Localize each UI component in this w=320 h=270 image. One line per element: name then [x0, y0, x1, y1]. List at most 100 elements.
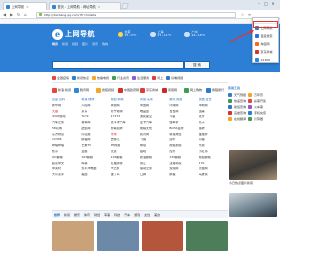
featured-site[interactable]: 搜狐视频: [96, 87, 118, 93]
news-tab[interactable]: 科技: [114, 213, 120, 217]
refresh-icon[interactable]: ↻: [16, 12, 21, 17]
new-tab-button[interactable]: [121, 3, 129, 9]
weather-widget[interactable]: 上海 17~11°C: [150, 29, 171, 39]
site-link[interactable]: 雪球: [111, 133, 140, 137]
news-thumbnail[interactable]: [141, 221, 184, 251]
site-link[interactable]: 携程网: [81, 138, 110, 142]
news-tab[interactable]: 女性: [144, 213, 150, 217]
site-link[interactable]: 豆瓣: [81, 150, 110, 154]
site-link[interactable]: 中新网: [199, 104, 228, 108]
site-link[interactable]: 金融界: [199, 133, 228, 137]
site-link[interactable]: 央视网: [111, 104, 140, 108]
tool-link[interactable]: 违章查询: [234, 111, 246, 115]
site-logo[interactable]: e 上网导航: [52, 28, 110, 40]
site-link[interactable]: 飞猪: [140, 138, 169, 142]
site-link[interactable]: 太平洋汽车: [111, 121, 140, 125]
site-link[interactable]: 口碑: [140, 173, 169, 177]
site-link[interactable]: 12306: [52, 138, 81, 142]
news-tab[interactable]: 财经: [94, 213, 100, 217]
site-link[interactable]: 163邮箱: [81, 156, 110, 160]
minimize-button[interactable]: –: [256, 1, 262, 6]
site-link[interactable]: 懂车帝: [169, 121, 198, 125]
site-link[interactable]: 爱卡汽车: [140, 121, 169, 125]
site-link[interactable]: 天猫: [52, 110, 81, 114]
site-link[interactable]: 新浪邮箱: [140, 156, 169, 160]
site-link[interactable]: 当当网: [169, 110, 198, 114]
news-tab[interactable]: 推荐: [54, 213, 60, 217]
site-link[interactable]: 虎扑: [169, 150, 198, 154]
site-link[interactable]: 大众点评: [52, 173, 81, 177]
site-link[interactable]: 途牛: [169, 138, 198, 142]
site-link[interactable]: 中国网: [140, 104, 169, 108]
news-tab[interactable]: 汽车: [124, 213, 130, 217]
site-link[interactable]: 饿了么: [111, 173, 140, 177]
hot-link[interactable]: 热播电视: [92, 75, 109, 80]
site-link[interactable]: 唯品会: [140, 110, 169, 114]
site-link[interactable]: 国美: [199, 110, 228, 114]
hot-link[interactable]: 新闻热点: [72, 75, 89, 80]
site-link[interactable]: 17K: [199, 162, 228, 166]
search-button[interactable]: 搜 索: [184, 61, 210, 69]
hot-link[interactable]: 全国疫情: [52, 75, 69, 80]
tool-link[interactable]: 万年历: [254, 93, 263, 97]
site-link[interactable]: 126邮箱: [111, 156, 140, 160]
close-tab-icon[interactable]: ✕: [98, 5, 101, 9]
hot-link[interactable]: 好看视频: [166, 75, 183, 80]
site-link[interactable]: 58同城: [52, 127, 81, 131]
site-link[interactable]: 虎牙: [199, 115, 228, 119]
featured-site[interactable]: 京东商城: [140, 87, 162, 93]
tool-link[interactable]: 快递查询: [234, 99, 246, 103]
weather-widget[interactable]: 北京 15~3°C: [118, 29, 136, 39]
news-photo-caption[interactable]: 今日热点图片新闻: [229, 181, 277, 185]
news-thumbnail[interactable]: [52, 221, 94, 251]
search-tab[interactable]: 新闻: [62, 42, 68, 46]
news-photo[interactable]: [229, 193, 277, 217]
news-tab[interactable]: 美食: [154, 213, 160, 217]
site-link[interactable]: 前程无忧: [140, 127, 169, 131]
site-link[interactable]: 凤凰·头条: [140, 98, 169, 102]
site-link[interactable]: 百度·百科: [52, 98, 81, 102]
site-link[interactable]: 美团: [81, 173, 110, 177]
site-link[interactable]: 潇湘书院: [169, 162, 198, 166]
search-input[interactable]: [52, 61, 184, 69]
news-thumbnail[interactable]: [186, 221, 228, 251]
forward-arrow-icon[interactable]: ▶: [9, 12, 14, 17]
site-link[interactable]: 新浪财经: [169, 133, 198, 137]
site-link[interactable]: 优酷·爱奇: [199, 98, 228, 102]
hot-link[interactable]: 问上: [152, 75, 163, 80]
tool-link[interactable]: 在线翻译: [234, 117, 246, 121]
site-link[interactable]: 赶集网: [81, 127, 110, 131]
news-tab[interactable]: 新闻: [64, 213, 70, 217]
site-link[interactable]: 天极网: [199, 167, 228, 171]
site-link[interactable]: 马蜂窝: [199, 173, 228, 177]
site-link[interactable]: 瓜子: [199, 121, 228, 125]
site-link[interactable]: 搜狐·网易: [111, 98, 140, 102]
featured-site[interactable]: 凤凰网: [162, 87, 184, 93]
maximize-button[interactable]: □: [263, 1, 269, 6]
site-link[interactable]: 腾讯·视频: [169, 98, 198, 102]
site-link[interactable]: 红袖添香: [111, 162, 140, 166]
site-link[interactable]: 泡泡网: [169, 167, 198, 171]
site-link[interactable]: 纵横: [81, 162, 110, 166]
tool-link[interactable]: 计算器: [254, 117, 263, 121]
dropdown-item[interactable]: 12306: [253, 56, 278, 64]
site-link[interactable]: 芒果TV: [81, 144, 110, 148]
featured-site[interactable]: 网上购物: [184, 87, 206, 93]
featured-site[interactable]: 新浪·新闻: [52, 87, 74, 93]
browser-tab-active[interactable]: 上网导航 ✕: [3, 2, 47, 10]
site-link[interactable]: 天涯: [111, 150, 140, 154]
tool-link[interactable]: 火车票: [254, 105, 263, 109]
site-link[interactable]: 搜狐邮箱: [199, 156, 228, 160]
site-link[interactable]: 京东: [81, 110, 110, 114]
site-link[interactable]: 汽车之家: [52, 121, 81, 125]
site-link[interactable]: 小红书: [199, 150, 228, 154]
tool-link[interactable]: 手机充值: [254, 111, 266, 115]
featured-site[interactable]: 腾讯网: [74, 87, 96, 93]
star-icon[interactable]: ☆: [240, 12, 245, 17]
site-link[interactable]: QQ邮箱: [52, 156, 81, 160]
site-link[interactable]: 太平洋电脑: [81, 167, 110, 171]
back-arrow-icon[interactable]: ◀: [2, 12, 7, 17]
news-tab[interactable]: 体育: [84, 213, 90, 217]
search-tab[interactable]: 音乐: [92, 42, 98, 46]
site-link[interactable]: 易车网: [81, 121, 110, 125]
